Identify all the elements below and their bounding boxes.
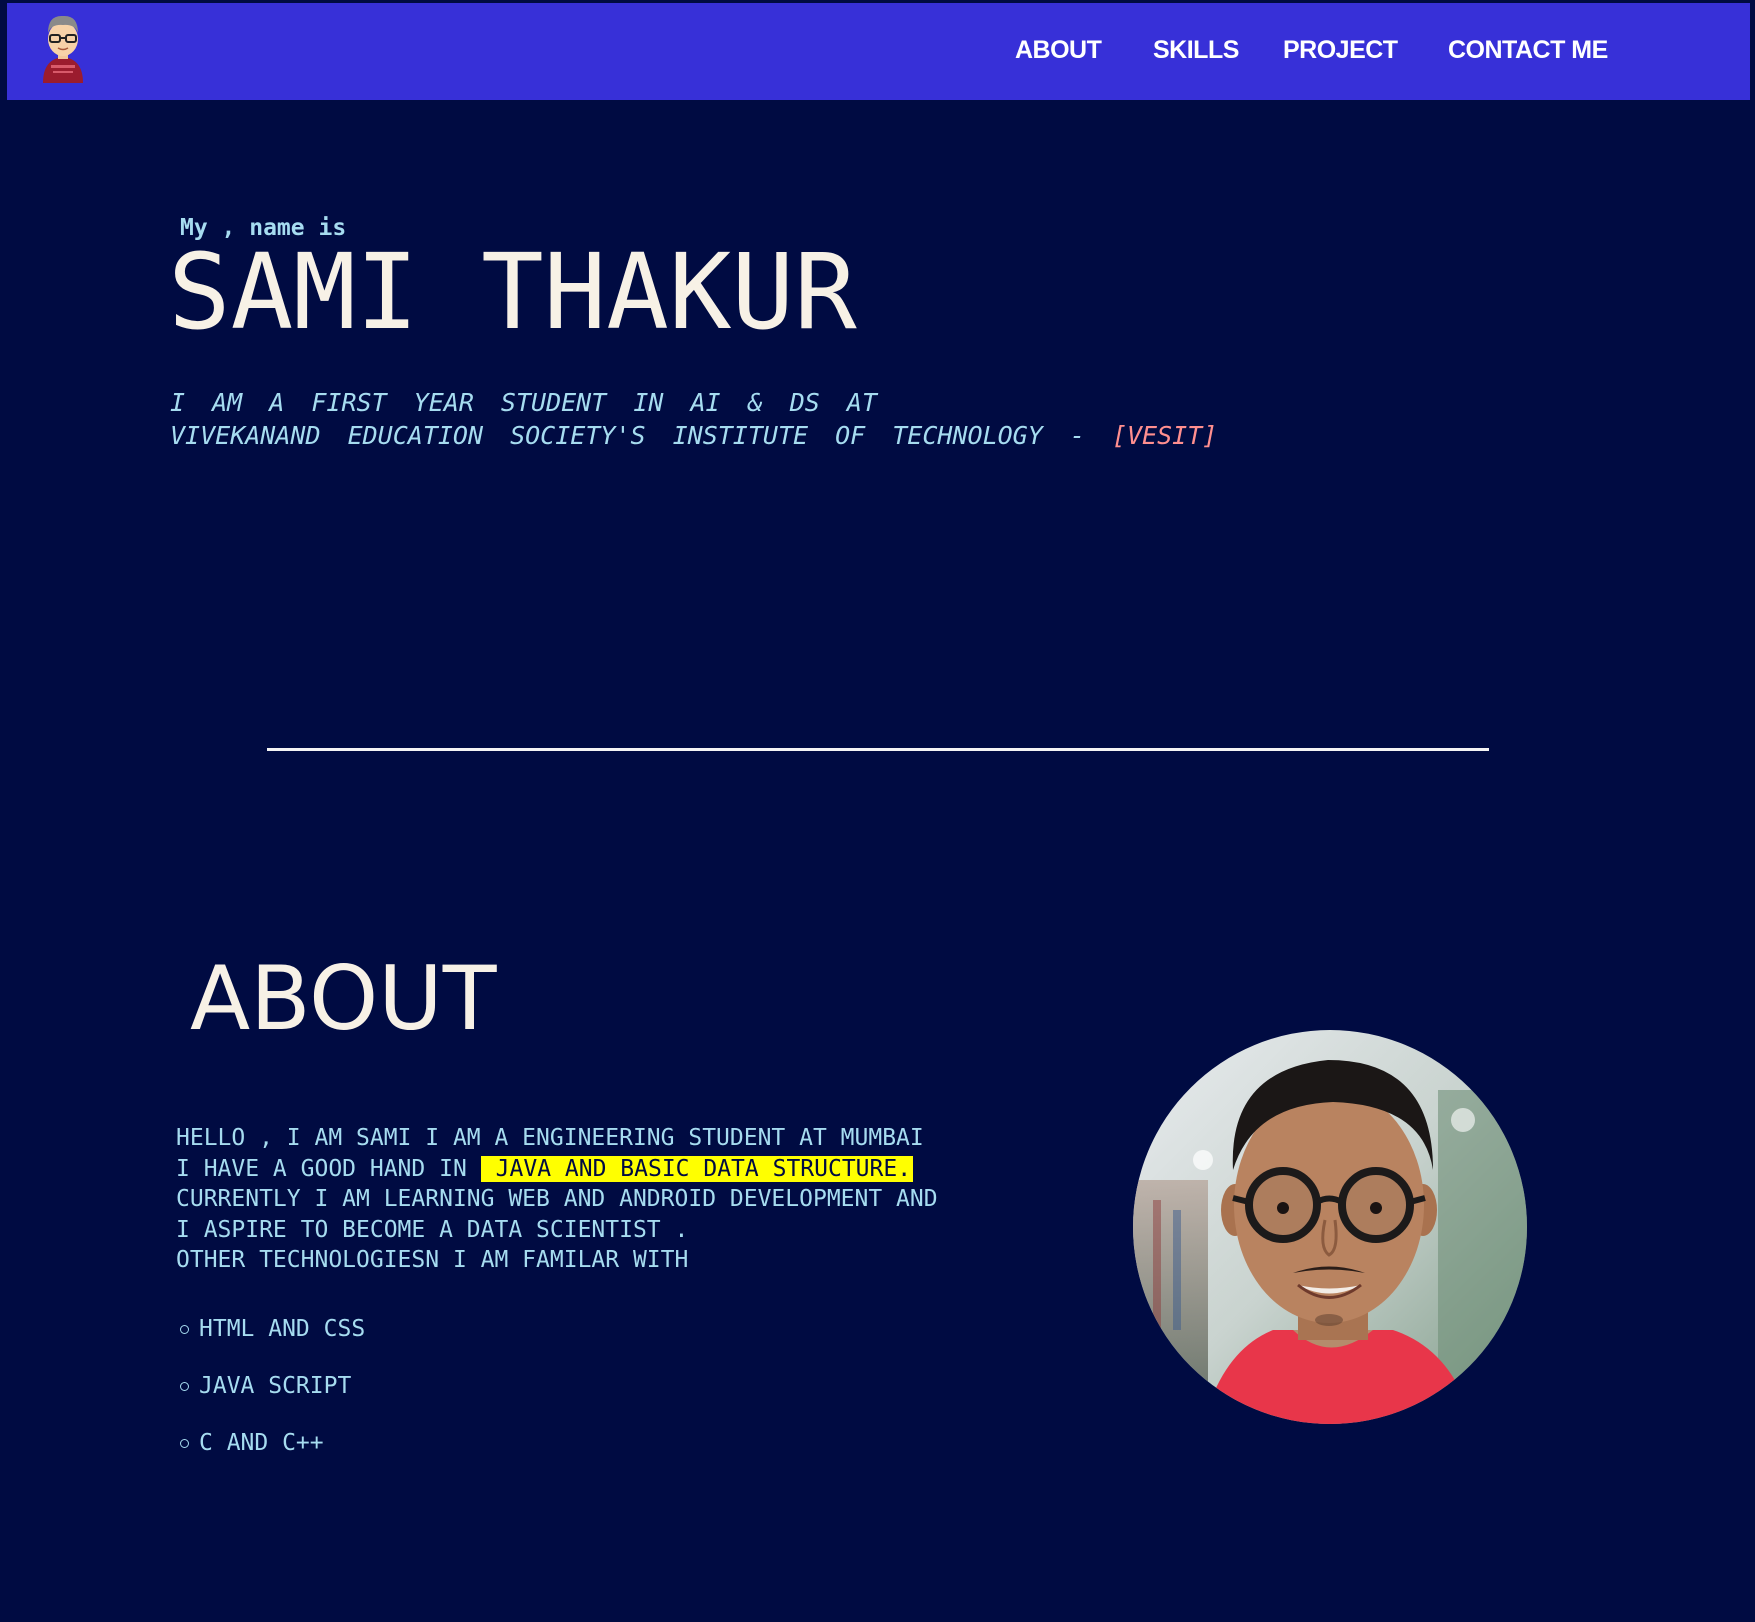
skills-list: HTML AND CSS JAVA SCRIPT C AND C++ — [176, 1314, 365, 1485]
about-line-4: I ASPIRE TO BECOME A DATA SCIENTIST . — [176, 1216, 689, 1243]
hero-subtitle-line2-wrapper: VIVEKANAND EDUCATION SOCIETY'S INSTITUTE… — [170, 419, 1217, 452]
hero-subtitle: I AM A FIRST YEAR STUDENT IN AI & DS AT … — [170, 386, 1217, 452]
hero-subtitle-accent: [VESIT] — [1111, 421, 1218, 450]
list-item: HTML AND CSS — [176, 1314, 365, 1371]
hero-name: SAMI THAKUR — [168, 231, 857, 353]
about-line-3: CURRENTLY I AM LEARNING WEB AND ANDROID … — [176, 1186, 938, 1213]
bullet-icon — [180, 1439, 189, 1448]
bullet-icon — [180, 1325, 189, 1334]
bullet-icon — [180, 1382, 189, 1391]
skill-label: C AND C++ — [199, 1430, 324, 1456]
about-highlight: JAVA AND BASIC DATA STRUCTURE. — [480, 1155, 914, 1182]
skill-label: HTML AND CSS — [199, 1316, 366, 1342]
list-item: JAVA SCRIPT — [176, 1371, 365, 1428]
list-item: C AND C++ — [176, 1428, 365, 1485]
about-line-2-prefix: I HAVE A GOOD HAND IN — [176, 1155, 467, 1182]
hero-subtitle-line2: VIVEKANAND EDUCATION SOCIETY'S INSTITUTE… — [170, 421, 1085, 450]
nav-link-project[interactable]: PROJECT — [1283, 36, 1398, 65]
developer-avatar-icon[interactable] — [31, 7, 95, 83]
about-line-1: HELLO , I AM SAMI I AM A ENGINEERING STU… — [176, 1125, 924, 1151]
about-text: HELLO , I AM SAMI I AM A ENGINEERING STU… — [176, 1123, 938, 1276]
nav-link-about[interactable]: ABOUT — [1015, 36, 1102, 65]
about-line-5: OTHER TECHNOLOGIESN I AM FAMILAR WITH — [176, 1247, 689, 1274]
profile-photo — [1133, 1030, 1527, 1424]
about-line-2: I HAVE A GOOD HAND IN JAVA AND BASIC DAT… — [176, 1154, 938, 1185]
navbar: ABOUT SKILLS PROJECT CONTACT ME — [7, 3, 1750, 100]
skill-label: JAVA SCRIPT — [199, 1373, 352, 1399]
hero-subtitle-line1: I AM A FIRST YEAR STUDENT IN AI & DS AT — [170, 388, 877, 417]
about-title: ABOUT — [190, 947, 497, 1050]
section-divider — [267, 748, 1489, 751]
nav-link-contact[interactable]: CONTACT ME — [1448, 36, 1608, 65]
nav-link-skills[interactable]: SKILLS — [1153, 36, 1239, 65]
